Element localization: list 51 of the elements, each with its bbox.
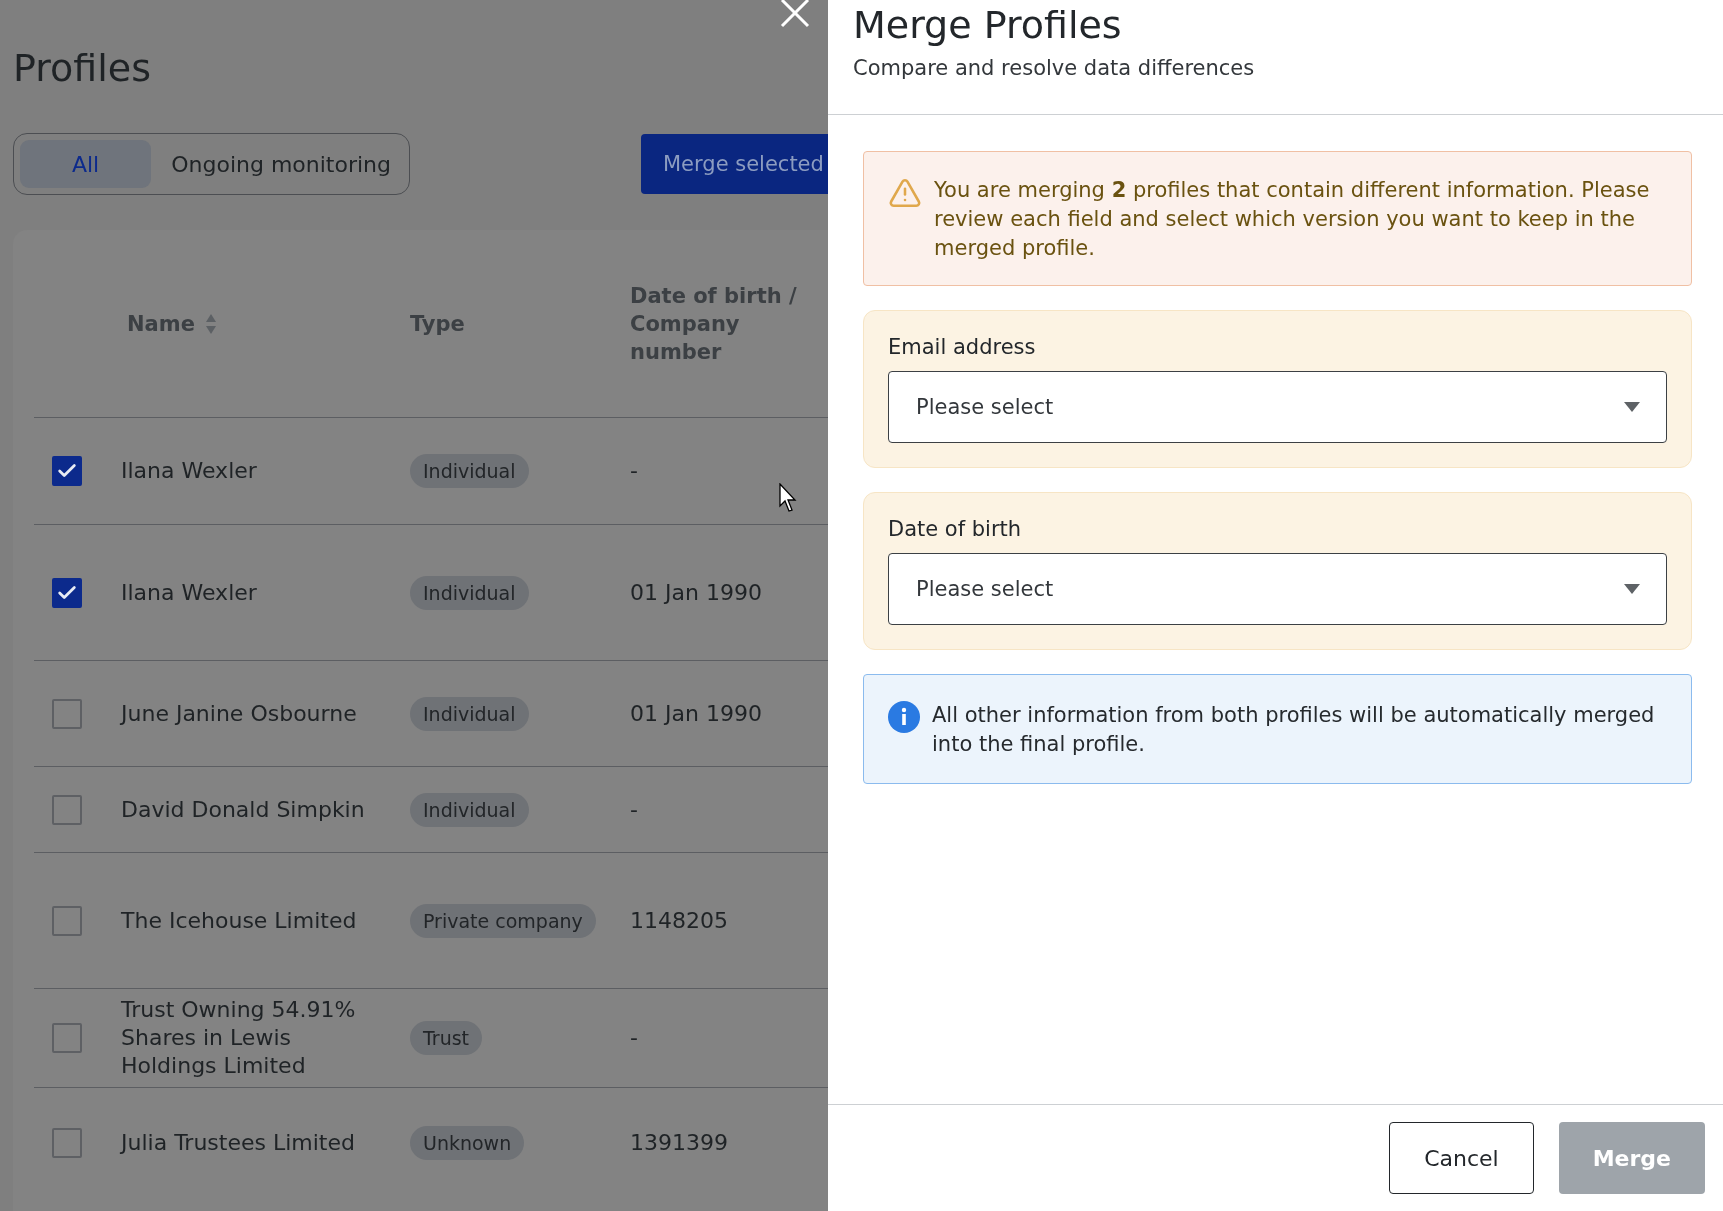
warning-text: You are merging 2 profiles that contain different information. Please review each field and select which version you want to keep in the merged profile. [934, 177, 1651, 262]
close-icon[interactable] [780, 0, 810, 28]
dialog-subtitle: Compare and resolve data differences [853, 56, 1255, 80]
select-field[interactable]: Please select [888, 553, 1667, 625]
caret-icon [1624, 402, 1640, 412]
name-cell: Julia Trustees Limited [121, 1129, 355, 1157]
date-cell: - [630, 795, 638, 824]
column-header[interactable]: Name [127, 309, 195, 338]
dialog-title: Merge Profiles [853, 2, 1122, 48]
merge-selected-button[interactable]: Merge selected [641, 134, 828, 194]
cursor-icon [779, 483, 799, 513]
info-text: All other information from both profiles will be automatically merged into the final profile. [932, 702, 1656, 758]
page-title: Profiles [13, 45, 151, 92]
info-icon [888, 701, 920, 733]
date-cell: - [630, 457, 638, 485]
type-tag: Individual [410, 792, 529, 827]
date-cell: 1148205 [630, 906, 728, 935]
filter-tab[interactable]: Ongoing monitoring [159, 140, 403, 188]
warning-icon [888, 176, 922, 210]
name-cell: June Janine Osbourne [121, 699, 357, 728]
type-tag: Unknown [410, 1126, 525, 1160]
row-checkbox[interactable] [52, 794, 82, 825]
type-tag: Individual [410, 696, 529, 731]
name-cell-text: Trust Owning 54.91% Shares in Lewis Holdings Limited [121, 996, 357, 1080]
name-cell: David Donald Simpkin [121, 795, 365, 824]
filter-tab[interactable]: All [20, 140, 152, 188]
cancel-button[interactable]: Cancel [1389, 1122, 1534, 1194]
caret-icon [1624, 584, 1640, 594]
type-tag: Individual [410, 575, 529, 610]
date-cell: 01 Jan 1990 [630, 578, 762, 607]
type-tag: Private company [410, 903, 596, 938]
row-checkbox[interactable] [52, 698, 82, 729]
name-cell: Ilana Wexler [121, 457, 257, 485]
column-header: Date of birth / Company number [630, 282, 798, 366]
date-cell: - [630, 1024, 638, 1052]
row-checkbox[interactable] [52, 905, 82, 936]
row-checkbox[interactable] [52, 456, 82, 486]
row-checkbox[interactable] [52, 577, 82, 608]
type-tag: Individual [410, 454, 529, 488]
column-header: Type [410, 310, 465, 338]
date-cell: 01 Jan 1990 [630, 699, 762, 728]
field-label: Date of birth [888, 517, 1022, 541]
row-checkbox[interactable] [52, 1023, 82, 1053]
row-checkbox[interactable] [52, 1128, 82, 1158]
select-field[interactable]: Please select [888, 371, 1667, 443]
name-cell: Ilana Wexler [121, 578, 257, 607]
name-cell: The Icehouse Limited [121, 906, 357, 935]
date-cell: 1391399 [630, 1129, 728, 1157]
sort-icon[interactable] [204, 312, 217, 335]
field-label: Email address [888, 335, 1036, 359]
type-tag: Trust [410, 1021, 482, 1055]
